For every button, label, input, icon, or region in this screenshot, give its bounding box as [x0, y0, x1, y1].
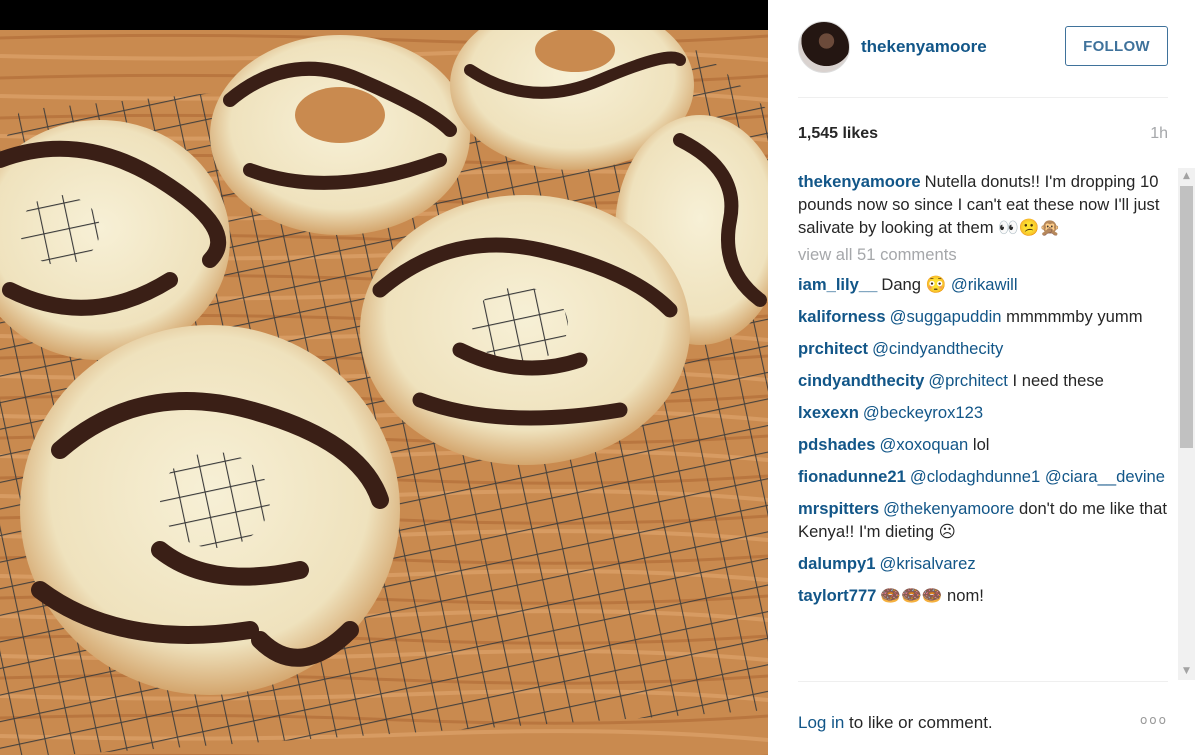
comments-scrollbar[interactable]: ▲ ▼: [1178, 168, 1195, 680]
comment-mention[interactable]: @thekenyamoore: [883, 499, 1014, 518]
comment-username[interactable]: prchitect: [798, 339, 868, 358]
comment-text: mmmmmby yumm: [1001, 307, 1143, 326]
scroll-up-icon[interactable]: ▲: [1178, 168, 1195, 185]
comment-text: Dang 😳: [881, 275, 951, 294]
footer-divider: [798, 681, 1168, 682]
comment-username[interactable]: pdshades: [798, 435, 875, 454]
comment-mention[interactable]: @clodaghdunne1: [910, 467, 1040, 486]
comment-item: pdshades @xoxoquan lol: [798, 433, 1172, 456]
comment-mention[interactable]: @prchitect: [928, 371, 1008, 390]
comment-username[interactable]: dalumpy1: [798, 554, 875, 573]
timestamp[interactable]: 1h: [1150, 125, 1168, 143]
comment-text: 🍩🍩🍩 nom!: [880, 586, 984, 605]
donuts-photo: [0, 30, 768, 755]
comment-mention[interactable]: @suggapuddin: [890, 307, 1002, 326]
comment-text: lol: [968, 435, 990, 454]
comment-item: cindyandthecity @prchitect I need these: [798, 369, 1172, 392]
author-username[interactable]: thekenyamoore: [861, 37, 987, 57]
comment-mention[interactable]: @krisalvarez: [879, 554, 975, 573]
comment-mention[interactable]: @cindyandthecity: [872, 339, 1003, 358]
comment-username[interactable]: taylort777: [798, 586, 876, 605]
login-link[interactable]: Log in: [798, 713, 844, 732]
more-options-icon[interactable]: ooo: [1140, 713, 1168, 727]
login-prompt: to like or comment.: [844, 713, 993, 732]
comment-username[interactable]: mrspitters: [798, 499, 879, 518]
likes-count[interactable]: 1,545 likes: [798, 125, 878, 143]
post-photo[interactable]: [0, 0, 768, 755]
scroll-thumb[interactable]: [1180, 186, 1193, 448]
scroll-down-icon[interactable]: ▼: [1178, 663, 1195, 680]
comment-username[interactable]: cindyandthecity: [798, 371, 924, 390]
comment-item: dalumpy1 @krisalvarez: [798, 552, 1172, 575]
header-divider: [798, 97, 1168, 98]
comment-mention[interactable]: @beckeyrox123: [863, 403, 983, 422]
post-footer: Log in to like or comment. ooo: [798, 713, 1168, 737]
comment-username[interactable]: kaliforness: [798, 307, 886, 326]
caption-username[interactable]: thekenyamoore: [798, 172, 921, 191]
comments-list: thekenyamoore Nutella donuts!! I'm droppi…: [798, 170, 1178, 607]
view-all-comments-row: view all 51 comments: [798, 245, 1172, 265]
comment-item: kaliforness @suggapuddin mmmmmby yumm: [798, 305, 1172, 328]
comment-item: taylort777 🍩🍩🍩 nom!: [798, 584, 1172, 607]
comment-item: fionadunne21 @clodaghdunne1 @ciara__devin…: [798, 465, 1172, 488]
comment-item: mrspitters @thekenyamoore don't do me lik…: [798, 497, 1172, 543]
comment-mention[interactable]: @xoxoquan: [879, 435, 968, 454]
post-side-panel: thekenyamoore FOLLOW 1,545 likes 1h thek…: [768, 0, 1200, 755]
comment-username[interactable]: iam_lily__: [798, 275, 877, 294]
view-all-comments-link[interactable]: view all 51 comments: [798, 245, 1172, 265]
comment-username[interactable]: lxexexn: [798, 403, 859, 422]
post-header: thekenyamoore FOLLOW: [798, 21, 1168, 73]
avatar[interactable]: [798, 21, 850, 73]
comment-mention[interactable]: @ciara__devine: [1045, 467, 1165, 486]
post-stats: 1,545 likes 1h: [798, 125, 1168, 145]
comment-username[interactable]: fionadunne21: [798, 467, 906, 486]
follow-button[interactable]: FOLLOW: [1065, 26, 1168, 66]
comments-section[interactable]: thekenyamoore Nutella donuts!! I'm droppi…: [798, 170, 1178, 680]
comment-item: iam_lily__ Dang 😳 @rikawill: [798, 273, 1172, 296]
comment-item: lxexexn @beckeyrox123: [798, 401, 1172, 424]
caption: thekenyamoore Nutella donuts!! I'm droppi…: [798, 170, 1172, 239]
comment-text: I need these: [1007, 371, 1104, 390]
comment-mention[interactable]: @rikawill: [951, 275, 1018, 294]
comment-item: prchitect @cindyandthecity: [798, 337, 1172, 360]
